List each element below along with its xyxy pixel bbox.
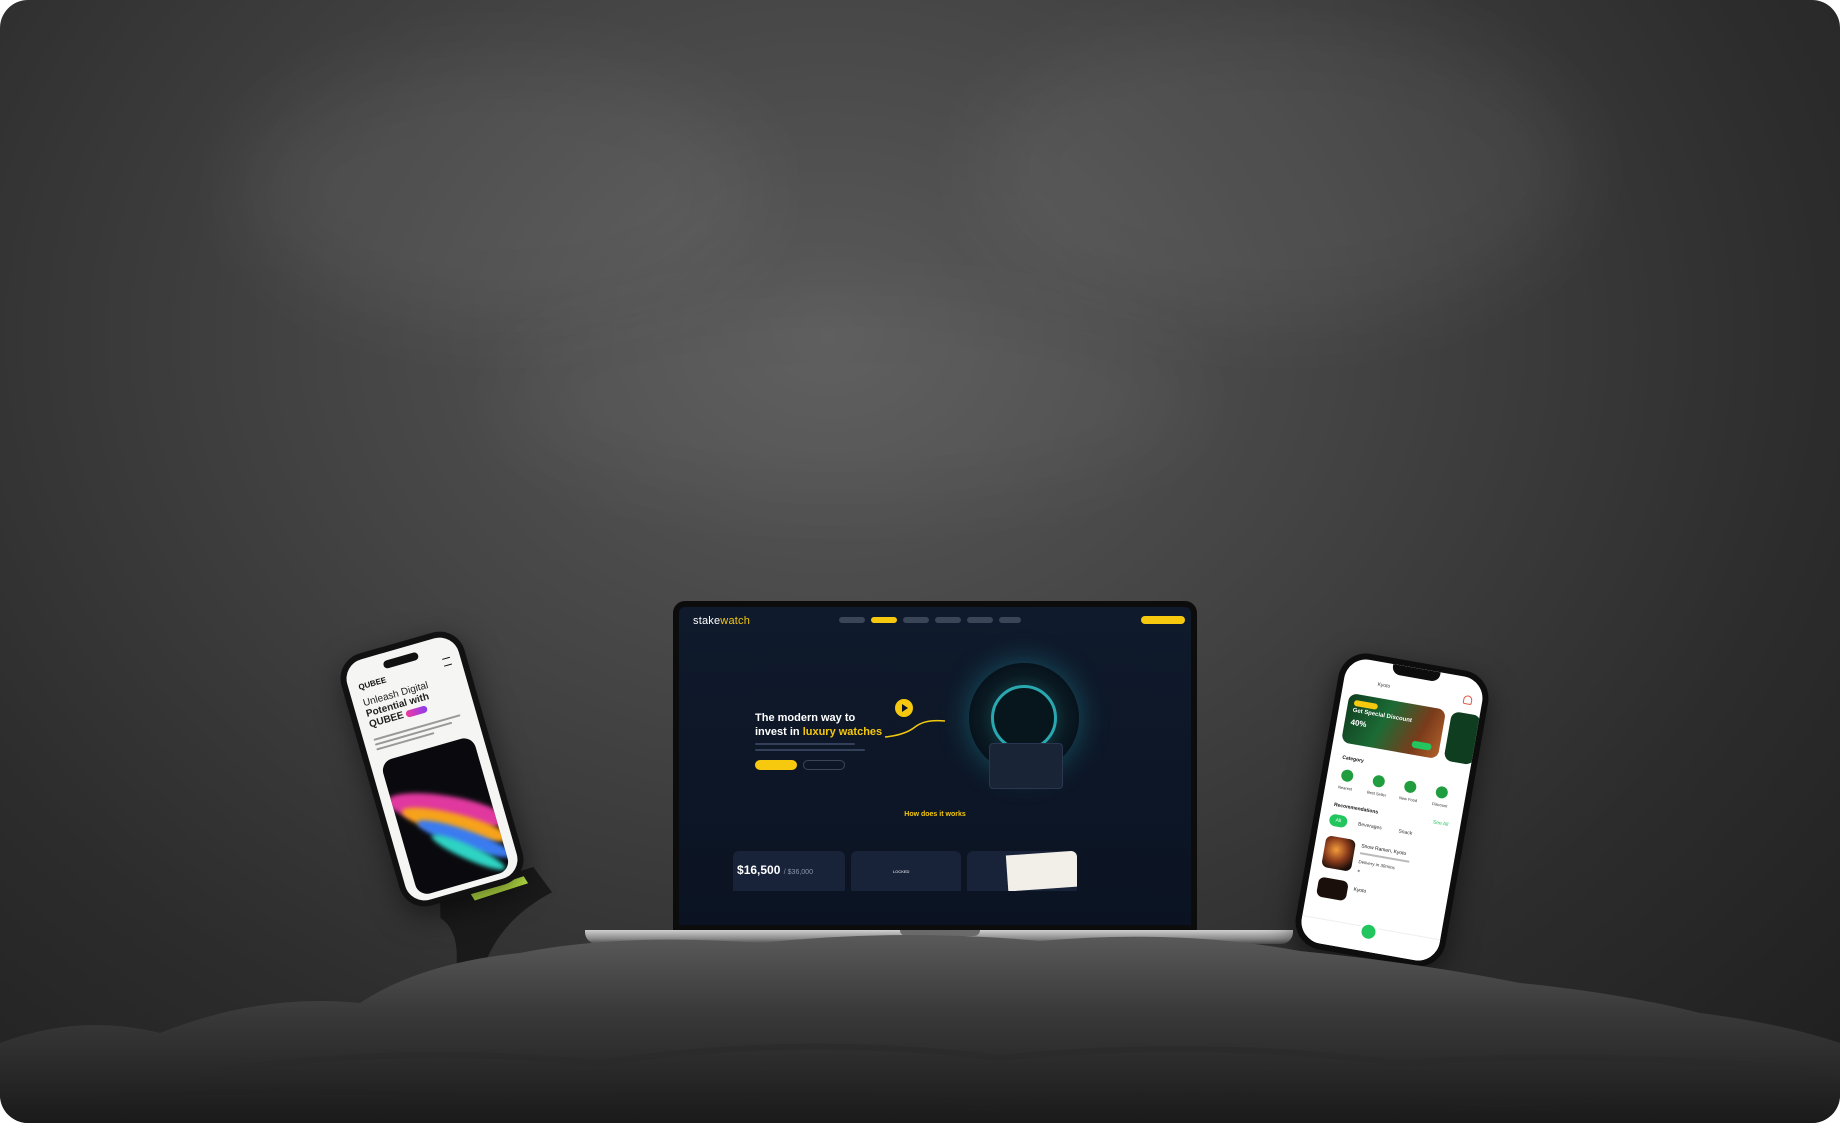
map-icon [1340,768,1355,783]
category-discount[interactable]: Discount [1425,784,1456,810]
watch-dial [991,685,1057,751]
nav-item[interactable] [967,617,993,623]
item-image[interactable] [1321,835,1357,872]
nav-item[interactable] [935,617,961,623]
primary-button[interactable] [755,760,797,770]
tab-snack[interactable]: Snack [1391,824,1419,840]
abstract-artwork [380,735,511,897]
sky-cloud [980,20,1580,320]
sky-cloud [240,60,760,320]
gradient-pill [405,704,429,718]
category-new-food[interactable]: New Food [1394,778,1425,804]
hero-title-prefix: invest in [755,726,803,738]
certificate-card [967,851,1077,891]
nav-item[interactable] [839,617,865,623]
category-title: Category [1341,754,1365,765]
category-best-seller[interactable]: Best Seller [1362,773,1393,799]
mockup-scene: QUBEE Unleash Digital Potential with QUB… [0,0,1840,1123]
award-icon [1371,774,1386,789]
nav-item-active[interactable] [871,617,897,623]
logo-suffix: watch [720,615,751,627]
brand-logo: QUBEE [357,675,388,692]
hero-title-accent: luxury watches [802,726,883,738]
secondary-button[interactable] [803,760,845,770]
stakewatch-logo[interactable]: stakewatch [693,615,750,627]
item-name[interactable]: Kyoto [1353,887,1367,895]
category-label: Discount [1431,800,1448,809]
watch-info-card [989,743,1063,789]
rock-foreground [0,934,1840,1123]
how-it-works-heading: How does it works [679,811,1191,818]
price-total: / $36,000 [783,869,813,876]
promo-banner-next[interactable] [1443,710,1482,766]
phone-notch [1391,664,1441,683]
cta-button[interactable] [1141,616,1185,624]
certificate-paper [1005,851,1077,891]
badge-icon [1403,779,1418,794]
category-label: New Food [1398,795,1418,804]
nav-item[interactable] [903,617,929,623]
bell-icon[interactable] [1462,694,1473,706]
hero-desc-line [755,749,865,751]
top-nav: stakewatch [679,607,1191,633]
sky-cloud [500,300,1200,500]
how-prefix: How does [904,811,940,818]
phone-left-screen: QUBEE Unleash Digital Potential with QUB… [341,632,523,906]
tab-all[interactable]: All [1328,813,1349,829]
see-all-link[interactable]: See All [1432,819,1448,828]
item-image[interactable] [1315,876,1349,902]
phone-right-screen: Kyoto Get Special Discount 40% Category … [1298,656,1486,964]
menu-icon[interactable] [442,656,452,667]
nav-item[interactable] [999,617,1021,623]
star-icon: ★ [1356,867,1361,874]
item-delivery: Delivery in 30mins [1358,859,1396,871]
location-label[interactable]: Kyoto [1377,682,1391,690]
category-label: Best Seller [1366,789,1387,798]
discount-icon [1434,785,1449,800]
logo-prefix: stake [693,615,721,627]
tab-beverages[interactable]: Beverages [1352,818,1388,836]
dynamic-island [382,651,420,670]
how-accent: it works [939,811,966,818]
laptop-bezel: stakewatch The modern way to invest in l… [673,601,1197,931]
price-value: $16,500 / $36,000 [705,863,845,877]
recommendations-title: Recommendations [1333,801,1379,816]
hero-desc-line [755,743,855,745]
category-nearest[interactable]: Nearest [1331,767,1362,793]
category-label: Nearest [1337,784,1353,792]
laptop: stakewatch The modern way to invest in l… [673,601,1197,931]
phone-left: QUBEE Unleash Digital Potential with QUB… [334,625,530,913]
laptop-screen: stakewatch The modern way to invest in l… [679,607,1191,925]
price-amount: $16,500 [737,863,781,877]
locked-label: LOCKED [893,869,910,874]
